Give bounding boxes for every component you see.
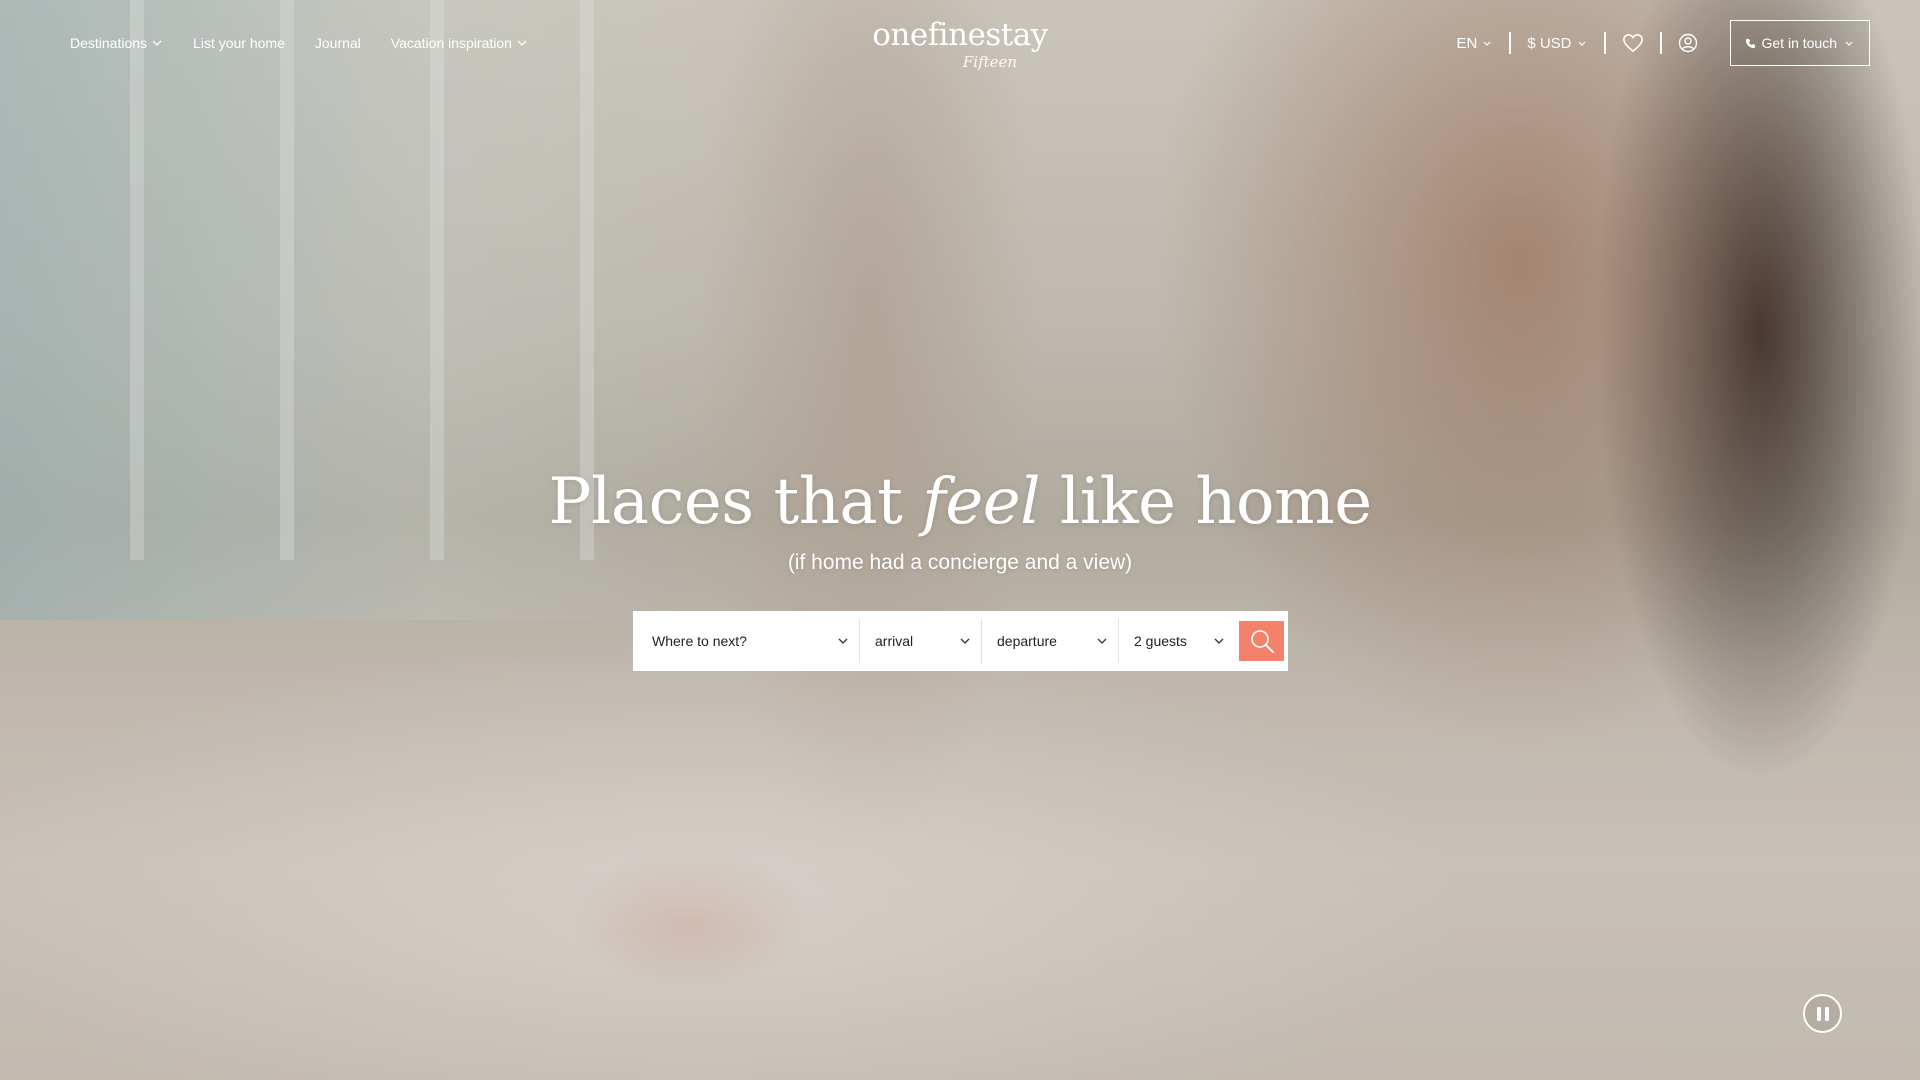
top-navigation: Destinations List your home Journal Vaca… bbox=[0, 0, 1920, 86]
utility-nav: EN $ USD Get in touch bbox=[1440, 20, 1870, 66]
nav-vacation-inspiration[interactable]: Vacation inspiration bbox=[391, 35, 528, 51]
video-pause-button[interactable] bbox=[1803, 994, 1842, 1033]
guests-label: 2 guests bbox=[1134, 633, 1187, 649]
currency-label: $ USD bbox=[1527, 34, 1572, 52]
chevron-down-icon bbox=[517, 40, 527, 46]
heart-icon bbox=[1622, 33, 1643, 53]
currency-selector[interactable]: $ USD bbox=[1511, 35, 1603, 52]
language-selector[interactable]: EN bbox=[1440, 35, 1509, 52]
phone-icon bbox=[1745, 38, 1755, 48]
search-icon bbox=[1250, 630, 1274, 653]
nav-destinations-label: Destinations bbox=[70, 35, 148, 51]
hero-copy: Places that feel like home (if home had … bbox=[0, 465, 1920, 575]
chevron-down-icon bbox=[1097, 638, 1107, 644]
chevron-down-icon bbox=[1214, 638, 1224, 644]
chevron-down-icon bbox=[152, 40, 162, 46]
chevron-down-icon bbox=[1845, 41, 1853, 46]
nav-journal[interactable]: Journal bbox=[315, 35, 361, 51]
chevron-down-icon bbox=[960, 638, 970, 644]
guests-dropdown[interactable]: 2 guests bbox=[1118, 611, 1235, 671]
primary-nav: Destinations List your home Journal Vaca… bbox=[70, 35, 528, 51]
brand-logo[interactable]: onefinestay Fifteen bbox=[872, 17, 1048, 72]
destination-label: Where to next? bbox=[652, 633, 747, 649]
logo-tagline: Fifteen bbox=[962, 53, 1018, 71]
nav-journal-label: Journal bbox=[314, 35, 361, 51]
arrival-label: arrival bbox=[875, 633, 914, 649]
search-button[interactable] bbox=[1239, 621, 1284, 661]
destination-dropdown[interactable]: Where to next? bbox=[633, 611, 859, 671]
nav-list-your-home[interactable]: List your home bbox=[193, 35, 285, 51]
pause-icon-bar bbox=[1824, 1006, 1829, 1021]
get-in-touch-button[interactable]: Get in touch bbox=[1729, 20, 1870, 66]
logo-wordmark: onefinestay bbox=[872, 17, 1048, 53]
chevron-down-icon bbox=[838, 638, 848, 644]
nav-list-your-home-label: List your home bbox=[193, 35, 285, 51]
departure-date-picker[interactable]: departure bbox=[981, 611, 1118, 671]
hero-headline: Places that feel like home bbox=[0, 465, 1920, 539]
chevron-down-icon bbox=[1483, 41, 1491, 46]
chevron-down-icon bbox=[1578, 41, 1585, 46]
departure-label: departure bbox=[997, 633, 1057, 649]
language-label: EN bbox=[1456, 34, 1478, 52]
nav-vacation-inspiration-label: Vacation inspiration bbox=[390, 35, 512, 51]
user-icon bbox=[1678, 33, 1697, 53]
hero-subline: (if home had a concierge and a view) bbox=[787, 551, 1133, 574]
get-in-touch-label: Get in touch bbox=[1761, 35, 1838, 51]
wishlist-button[interactable] bbox=[1606, 33, 1660, 53]
search-bar: Where to next? arrival departure 2 guest… bbox=[633, 611, 1288, 671]
headline-emphasis: feel bbox=[922, 465, 1041, 539]
headline-part-2: like home bbox=[1040, 465, 1372, 539]
pause-icon-bar bbox=[1816, 1006, 1821, 1021]
account-button[interactable] bbox=[1662, 33, 1714, 53]
headline-part-1: Places that bbox=[548, 465, 923, 539]
arrival-date-picker[interactable]: arrival bbox=[859, 611, 981, 671]
nav-destinations[interactable]: Destinations bbox=[70, 35, 163, 51]
